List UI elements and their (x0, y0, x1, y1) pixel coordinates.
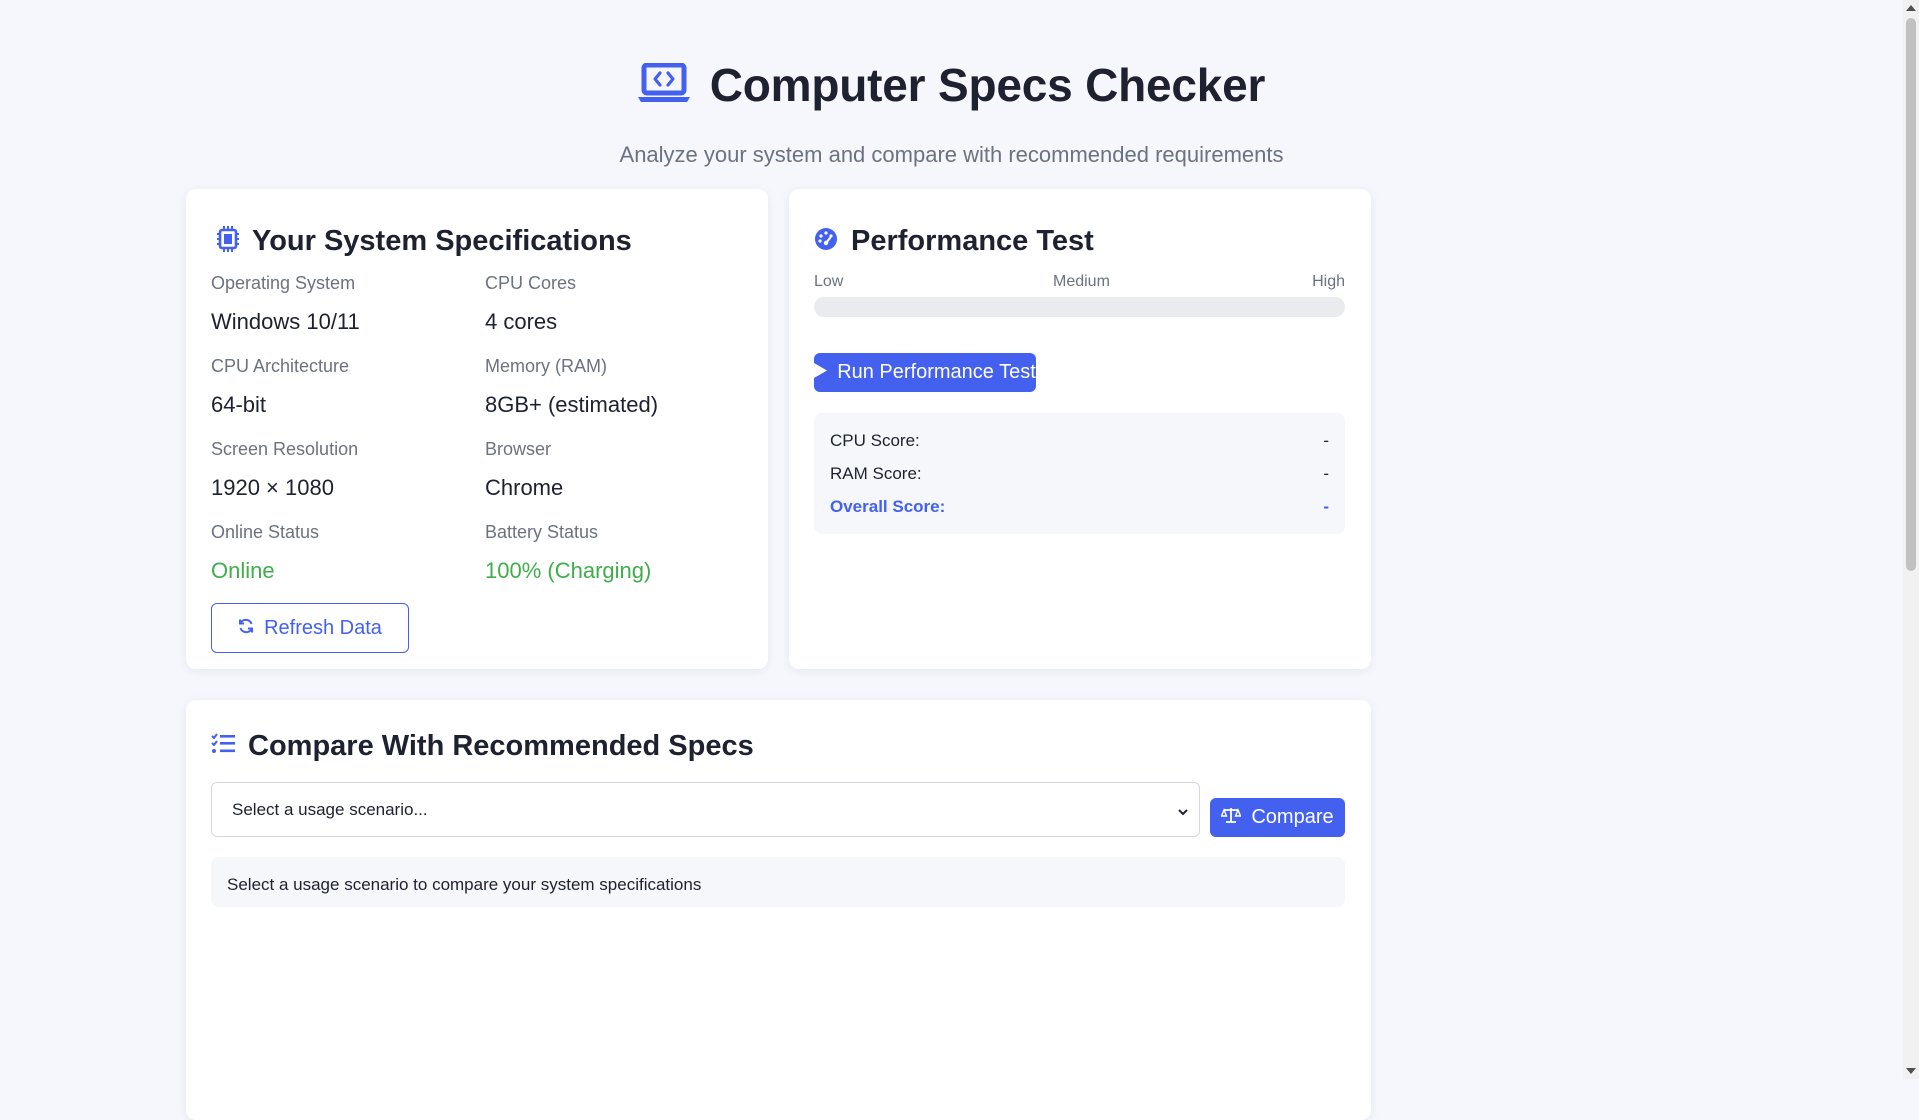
compare-hint-text: Select a usage scenario to compare your … (227, 875, 702, 894)
spec-operating-system: Operating System Windows 10/11 (211, 273, 360, 335)
run-performance-test-label: Run Performance Test (837, 361, 1036, 383)
scale-medium-label: Medium (1053, 273, 1110, 290)
spec-label: Memory (RAM) (485, 356, 607, 376)
spec-value: Windows 10/11 (211, 309, 360, 334)
run-performance-test-button[interactable]: Run Performance Test (814, 353, 1036, 392)
microchip-icon (217, 226, 239, 257)
spec-screen-resolution: Screen Resolution 1920 × 1080 (211, 439, 358, 501)
page-subtitle: Analyze your system and compare with rec… (619, 142, 1284, 167)
spec-label: Operating System (211, 273, 356, 293)
cpu-score-row: CPU Score: - (830, 431, 1329, 451)
system-specs-card: Your System Specifications Operating Sys… (186, 189, 768, 669)
compare-button[interactable]: Compare (1210, 798, 1345, 837)
usage-scenario-select-value: Select a usage scenario... (232, 799, 428, 819)
page-title: Computer Specs Checker (709, 59, 1266, 111)
overall-score-row: Overall Score: - (830, 497, 1329, 517)
spec-value: Chrome (485, 475, 564, 500)
scale-low-label: Low (814, 273, 844, 290)
scroll-down-arrow-icon[interactable] (1906, 1068, 1916, 1074)
spec-cpu-architecture: CPU Architecture 64-bit (211, 356, 349, 418)
system-specs-title: Your System Specifications (252, 225, 632, 257)
page-scrollbar[interactable] (1903, 0, 1919, 1079)
performance-scores-panel: CPU Score: - RAM Score: - Overall Score:… (814, 413, 1345, 534)
cpu-score-value: - (1323, 431, 1329, 450)
refresh-data-button[interactable]: Refresh Data (211, 603, 409, 653)
overall-score-value: - (1323, 497, 1329, 516)
spec-value: 4 cores (485, 309, 558, 334)
system-specs-header: Your System Specifications (217, 225, 632, 258)
spec-label: Online Status (211, 522, 320, 542)
laptop-code-icon (637, 62, 690, 108)
battery-status-value: 100% (Charging) (485, 558, 652, 583)
scale-balanced-icon (1220, 806, 1242, 829)
compare-card: Compare With Recommended Specs Select a … (186, 700, 1371, 1120)
performance-test-card: Performance Test Low Medium High Run Per… (789, 189, 1371, 669)
spec-value: 64-bit (211, 392, 267, 417)
spec-label: Browser (485, 439, 552, 459)
scroll-up-arrow-icon[interactable] (1906, 5, 1916, 11)
ram-score-value: - (1323, 464, 1329, 483)
compare-hint-panel: Select a usage scenario to compare your … (211, 857, 1345, 907)
spec-value: 1920 × 1080 (211, 475, 334, 500)
performance-test-header: Performance Test (814, 225, 1094, 258)
scroll-thumb[interactable] (1906, 18, 1916, 571)
spec-battery-status: Battery Status 100% (Charging) (485, 522, 651, 584)
page: Computer Specs Checker Analyze your syst… (0, 0, 1903, 1120)
scale-high-label: High (1312, 273, 1345, 290)
list-check-icon (211, 733, 235, 760)
refresh-data-label: Refresh Data (264, 616, 382, 639)
compare-button-label: Compare (1251, 806, 1334, 828)
compare-title: Compare With Recommended Specs (248, 730, 754, 762)
spec-label: CPU Architecture (211, 356, 350, 376)
spec-label: Battery Status (485, 522, 599, 542)
spec-online-status: Online Status Online (211, 522, 319, 584)
ram-score-label: RAM Score: (830, 464, 922, 483)
chevron-down-icon (1177, 803, 1189, 823)
sync-icon (238, 617, 254, 640)
ram-score-row: RAM Score: - (830, 464, 1329, 484)
performance-test-title: Performance Test (851, 225, 1094, 257)
overall-score-label: Overall Score: (830, 497, 946, 516)
usage-scenario-select[interactable]: Select a usage scenario... (211, 782, 1200, 837)
spec-label: CPU Cores (485, 273, 577, 293)
title-row: Computer Specs Checker (637, 58, 1266, 112)
spec-label: Screen Resolution (211, 439, 359, 459)
spec-browser: Browser Chrome (485, 439, 563, 501)
spec-cpu-cores: CPU Cores 4 cores (485, 273, 576, 335)
online-status-value: Online (211, 558, 275, 583)
performance-progress-bar (814, 297, 1345, 317)
spec-value: 8GB+ (estimated) (485, 392, 659, 417)
play-icon (814, 361, 828, 384)
compare-header: Compare With Recommended Specs (211, 730, 754, 763)
cpu-score-label: CPU Score: (830, 431, 920, 450)
spec-memory: Memory (RAM) 8GB+ (estimated) (485, 356, 658, 418)
gauge-icon (814, 227, 838, 256)
page-header: Computer Specs Checker Analyze your syst… (0, 58, 1903, 168)
